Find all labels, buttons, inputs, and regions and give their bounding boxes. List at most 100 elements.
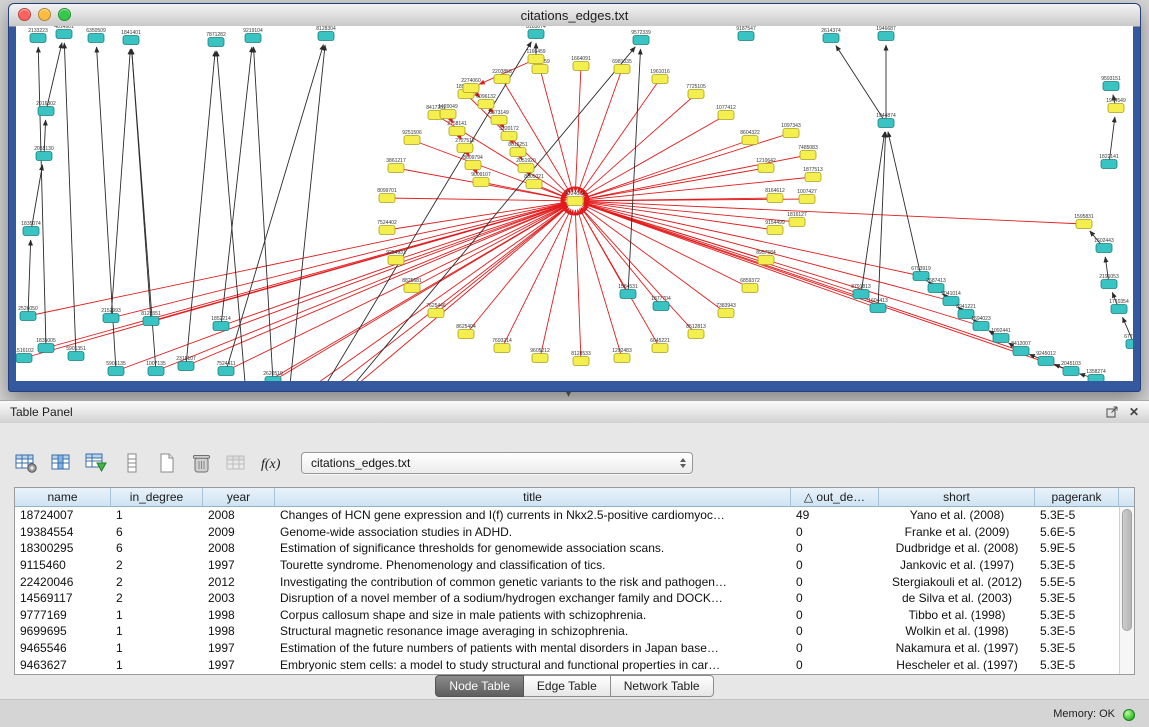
network-node[interactable]: 2203858: [492, 69, 512, 84]
network-node[interactable]: 2016302: [36, 101, 56, 116]
network-edge[interactable]: [581, 208, 696, 334]
select-columns-icon[interactable]: [49, 451, 75, 475]
network-node[interactable]: 1077412: [716, 105, 736, 120]
network-node[interactable]: 7485083: [798, 145, 818, 160]
network-node[interactable]: 9572339: [631, 30, 651, 45]
network-node[interactable]: 9154499: [765, 220, 785, 235]
network-node[interactable]: 6859372: [740, 278, 760, 293]
network-node[interactable]: 8412007: [1011, 341, 1031, 356]
network-node[interactable]: 1835074: [21, 221, 41, 236]
network-node[interactable]: 8957584: [756, 250, 776, 265]
row-height-icon[interactable]: [119, 451, 145, 475]
network-node[interactable]: 7524402: [377, 220, 397, 235]
network-node[interactable]: 1664091: [571, 56, 591, 71]
network-edge[interactable]: [288, 206, 568, 381]
edit-columns-icon[interactable]: [84, 451, 110, 475]
network-edge[interactable]: [836, 46, 886, 123]
network-graph[interactable]: 1724004 8128533 9605212 7693214 8625404 76254…: [16, 26, 1133, 381]
network-node[interactable]: 1007135: [146, 361, 166, 376]
network-node[interactable]: 1007427: [797, 189, 817, 204]
network-node[interactable]: 1166459: [526, 49, 545, 64]
network-node[interactable]: 6045221: [650, 338, 670, 353]
network-node[interactable]: 8128551: [141, 311, 161, 326]
network-node[interactable]: 7871282: [206, 32, 226, 47]
table-row[interactable]: 911546021997Tourette syndrome. Phenomeno…: [15, 557, 1134, 574]
network-edge[interactable]: [316, 42, 531, 381]
network-node[interactable]: 2191053: [1099, 274, 1119, 289]
network-node[interactable]: 8128533: [571, 351, 591, 366]
network-node[interactable]: 1974549: [1106, 98, 1126, 113]
network-edge[interactable]: [540, 69, 573, 192]
network-edge[interactable]: [64, 43, 76, 356]
network-node[interactable]: 1602443: [1094, 238, 1114, 253]
network-edge[interactable]: [502, 209, 571, 348]
network-node[interactable]: 9605212: [530, 348, 550, 363]
table-row[interactable]: 1938455462009Genome-wide association stu…: [15, 524, 1134, 541]
network-node[interactable]: 5905135: [106, 361, 126, 376]
network-node[interactable]: 8791813: [851, 284, 871, 299]
zoom-window-button[interactable]: [58, 8, 71, 21]
network-edge[interactable]: [217, 51, 246, 381]
network-edge[interactable]: [575, 66, 581, 192]
network-node[interactable]: 6096132: [476, 94, 496, 109]
column-header-year[interactable]: year: [203, 488, 275, 507]
network-edge[interactable]: [481, 182, 566, 199]
network-edge[interactable]: [288, 45, 325, 381]
column-header-pagerank[interactable]: pagerank: [1035, 488, 1119, 507]
network-edge[interactable]: [628, 49, 641, 294]
network-node[interactable]: 8164612: [765, 188, 785, 203]
table-source-dropdown[interactable]: citations_edges.txt: [301, 452, 693, 474]
network-node[interactable]: 1595831: [1074, 214, 1094, 229]
network-node[interactable]: 1092441: [991, 328, 1011, 343]
network-node[interactable]: 2133223: [28, 28, 48, 43]
network-node[interactable]: 4614901: [54, 26, 74, 39]
network-edge[interactable]: [584, 203, 921, 276]
network-node[interactable]: 1584531: [618, 284, 638, 299]
network-node[interactable]: 7625446: [426, 303, 446, 318]
network-node[interactable]: 2727512: [455, 138, 475, 153]
network-node[interactable]: 9245012: [1036, 351, 1056, 366]
network-node[interactable]: 7693214: [492, 338, 512, 353]
network-edge[interactable]: [111, 49, 130, 318]
network-node[interactable]: 8099701: [377, 188, 397, 203]
network-node[interactable]: 1946687: [876, 26, 896, 41]
network-node[interactable]: 8604322: [740, 130, 760, 145]
network-node[interactable]: 1210642: [756, 158, 776, 173]
network-node[interactable]: 8512813: [686, 324, 706, 339]
network-node[interactable]: 8016251: [508, 142, 528, 157]
network-node[interactable]: 8305021: [524, 174, 544, 189]
network-edge[interactable]: [226, 205, 567, 371]
network-node[interactable]: 2758141: [447, 121, 467, 136]
network-node[interactable]: 2152993: [101, 308, 121, 323]
network-node[interactable]: 1835005: [36, 338, 56, 353]
network-node[interactable]: 7524411: [216, 361, 235, 376]
delete-table-icon[interactable]: [189, 451, 215, 475]
network-node[interactable]: 5901351: [66, 346, 86, 361]
tab-node-table[interactable]: Node Table: [435, 675, 524, 697]
network-node[interactable]: 1292483: [612, 348, 632, 363]
column-header-name[interactable]: name: [15, 488, 111, 507]
table-row[interactable]: 1456911722003Disruption of a novel membe…: [15, 590, 1134, 607]
table-scrollbar[interactable]: [1119, 507, 1134, 674]
network-edge[interactable]: [38, 47, 46, 348]
network-node[interactable]: 6775513: [1124, 334, 1133, 349]
network-node[interactable]: 2051920: [516, 158, 536, 173]
network-node[interactable]: 2318107: [176, 356, 196, 371]
close-window-button[interactable]: [18, 8, 31, 21]
column-header-title[interactable]: title: [275, 488, 791, 507]
table-row[interactable]: 977716911998Corpus callosum shape and si…: [15, 607, 1134, 624]
network-edge[interactable]: [861, 132, 885, 294]
network-edge[interactable]: [578, 69, 622, 193]
network-edge[interactable]: [254, 47, 273, 381]
column-header-out_degree[interactable]: △ out_de…: [791, 488, 879, 507]
network-node[interactable]: 1604413: [868, 298, 888, 313]
network-node[interactable]: 9254931: [386, 250, 406, 265]
network-edge[interactable]: [28, 240, 31, 316]
network-node[interactable]: 1724004: [565, 191, 585, 206]
table-row[interactable]: 1872400712008Changes of HCN gene express…: [15, 507, 1134, 524]
network-node[interactable]: 8625404: [456, 324, 476, 339]
network-edge[interactable]: [584, 168, 766, 199]
import-table-icon[interactable]: [224, 451, 250, 475]
network-edge[interactable]: [584, 204, 861, 294]
network-node[interactable]: 1710354: [1109, 299, 1129, 314]
